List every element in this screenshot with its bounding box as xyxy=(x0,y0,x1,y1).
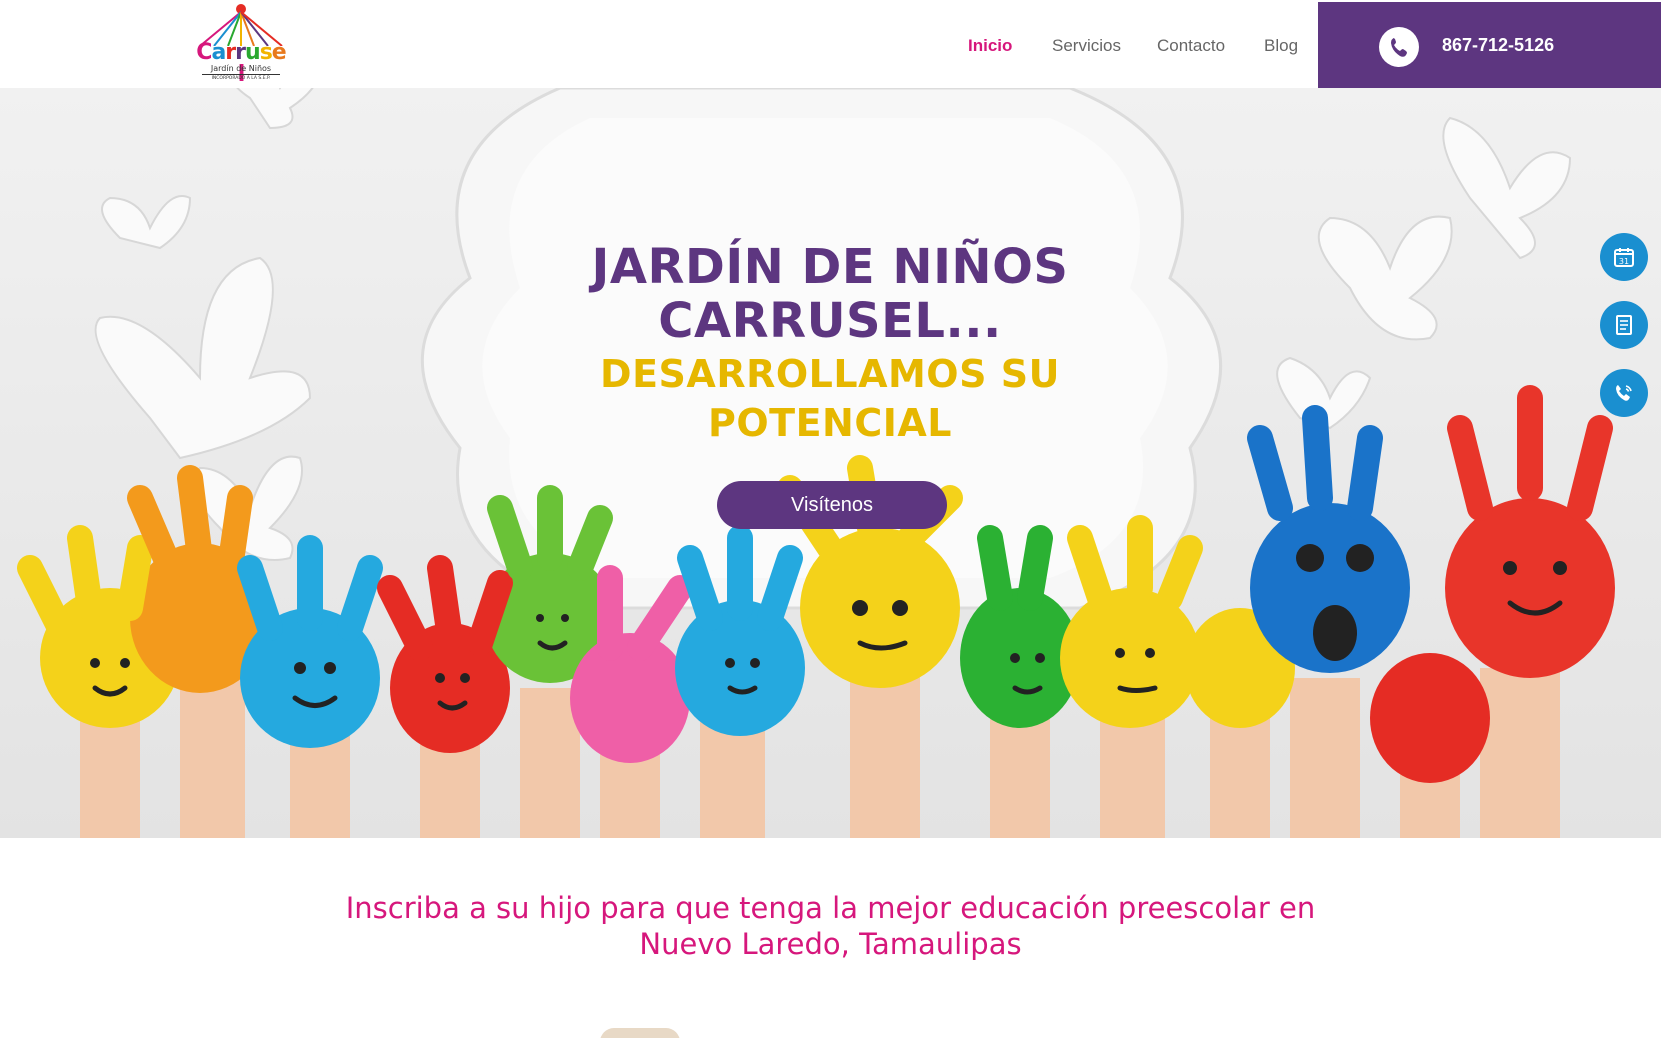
tagline-line2: Nuevo Laredo, Tamaulipas xyxy=(639,927,1022,961)
phone-icon xyxy=(1379,27,1419,67)
header-phone-button[interactable]: 867-712-5126 xyxy=(1318,2,1661,88)
logo-letter: e xyxy=(271,40,287,65)
document-icon xyxy=(1616,315,1632,335)
nav-item-inicio[interactable]: Inicio xyxy=(968,36,1012,56)
tagline-line1: Inscriba a su hijo para que tenga la mej… xyxy=(345,891,1316,925)
nav-item-blog[interactable]: Blog xyxy=(1264,36,1298,56)
phone-call-float-button[interactable] xyxy=(1600,369,1648,417)
logo-subtitle-small: INCORPORADO A LA S.E.P. xyxy=(211,76,271,81)
hero-title-line1: JARDÍN DE NIÑOS xyxy=(591,239,1069,295)
logo-letter: r xyxy=(235,40,246,65)
hero-subtitle: DESARROLLAMOS SU POTENCIAL xyxy=(530,350,1130,448)
hero-banner: JARDÍN DE NIÑOS CARRUSEL... DESARROLLAMO… xyxy=(0,88,1661,838)
logo-letter: a xyxy=(211,40,226,65)
enrollment-tagline: Inscriba a su hijo para que tenga la mej… xyxy=(300,890,1361,962)
phone-call-icon xyxy=(1616,385,1632,401)
hero-subtitle-line2: POTENCIAL xyxy=(708,401,952,445)
nav-item-contacto[interactable]: Contacto xyxy=(1157,36,1225,56)
phone-number[interactable]: 867-712-5126 xyxy=(1442,35,1554,56)
calendar-day-label: 31 xyxy=(1619,257,1629,266)
page: Carrusel Jardín de Niños INCORPORADO A L… xyxy=(0,0,1661,1038)
site-header: Carrusel Jardín de Niños INCORPORADO A L… xyxy=(0,0,1661,88)
visitenos-button[interactable]: Visítenos xyxy=(717,481,947,529)
section-image-peek xyxy=(600,1028,680,1038)
logo-letter: u xyxy=(245,40,261,65)
carrusel-logo[interactable]: Carrusel Jardín de Niños INCORPORADO A L… xyxy=(196,2,287,86)
document-float-button[interactable] xyxy=(1600,301,1648,349)
calendar-icon: 31 xyxy=(1614,248,1634,267)
hero-subtitle-line1: DESARROLLAMOS SU xyxy=(600,352,1060,396)
logo-letter: s xyxy=(259,40,273,65)
hero-background-image xyxy=(0,88,1661,838)
calendar-float-button[interactable]: 31 xyxy=(1600,233,1648,281)
logo-subtitle: Jardín de Niños xyxy=(202,64,280,75)
logo-letter: C xyxy=(196,40,212,65)
nav-item-servicios[interactable]: Servicios xyxy=(1052,36,1121,56)
hero-title-line2: CARRUSEL... xyxy=(658,293,1002,349)
hero-title: JARDÍN DE NIÑOS CARRUSEL... xyxy=(530,240,1130,348)
logo-letter: r xyxy=(225,40,236,65)
